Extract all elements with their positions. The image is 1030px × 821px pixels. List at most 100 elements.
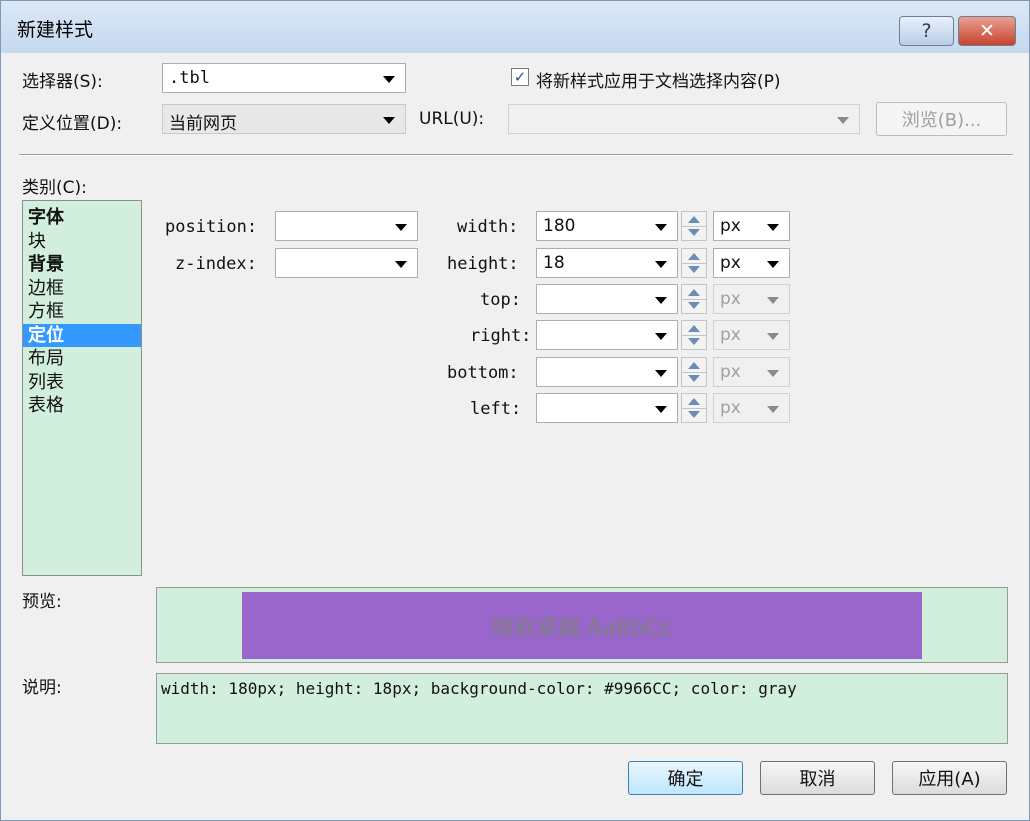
- title-bar[interactable]: 新建样式 ? ✕: [1, 1, 1029, 53]
- url-label: URL(U):: [419, 109, 485, 129]
- left-label: left:: [470, 399, 522, 419]
- chevron-down-icon[interactable]: [655, 224, 667, 231]
- height-unit-combobox[interactable]: px: [713, 248, 790, 278]
- left-unit-value: px: [720, 398, 741, 418]
- apply-button[interactable]: 应用(A): [892, 761, 1007, 795]
- chevron-down-icon[interactable]: [383, 76, 395, 83]
- width-spinner[interactable]: [681, 211, 707, 241]
- url-combobox[interactable]: [508, 104, 860, 134]
- chevron-down-icon[interactable]: [655, 261, 667, 268]
- category-item-position[interactable]: 定位: [23, 323, 141, 347]
- chevron-down-icon[interactable]: [837, 117, 849, 124]
- spinner-up-icon[interactable]: [688, 289, 700, 296]
- width-unit-combobox[interactable]: px: [713, 211, 790, 241]
- category-item-list[interactable]: 列表: [23, 371, 141, 395]
- category-label: 类别(C):: [22, 178, 87, 198]
- chevron-down-icon[interactable]: [767, 224, 779, 231]
- category-item-box[interactable]: 方框: [23, 300, 141, 324]
- chevron-down-icon[interactable]: [767, 261, 779, 268]
- chevron-down-icon[interactable]: [395, 224, 407, 231]
- spinner-up-icon[interactable]: [688, 398, 700, 405]
- cancel-button[interactable]: 取消: [760, 761, 875, 795]
- category-item-background[interactable]: 背景: [23, 253, 141, 277]
- position-label: position:: [165, 217, 258, 237]
- position-combobox[interactable]: [275, 211, 418, 241]
- width-unit-value: px: [720, 216, 741, 236]
- bottom-spinner[interactable]: [681, 357, 707, 387]
- define-in-label: 定义位置(D):: [22, 114, 123, 134]
- close-icon: ✕: [979, 20, 995, 42]
- height-value: 18: [543, 253, 565, 273]
- category-item-font[interactable]: 字体: [23, 206, 141, 230]
- bottom-unit-value: px: [720, 362, 741, 382]
- spinner-down-icon[interactable]: [688, 266, 700, 273]
- chevron-down-icon[interactable]: [655, 297, 667, 304]
- separator: [19, 154, 1013, 156]
- selector-label: 选择器(S):: [22, 72, 103, 92]
- preview-sample-text: 微软卓越 AaBbCc: [491, 615, 673, 641]
- left-combobox[interactable]: [536, 393, 678, 423]
- left-spinner[interactable]: [681, 393, 707, 423]
- spinner-up-icon[interactable]: [688, 216, 700, 223]
- chevron-down-icon[interactable]: [767, 297, 779, 304]
- chevron-down-icon[interactable]: [655, 406, 667, 413]
- help-button[interactable]: ?: [899, 16, 954, 46]
- spinner-down-icon[interactable]: [688, 229, 700, 236]
- top-spinner[interactable]: [681, 284, 707, 314]
- bottom-unit-combobox[interactable]: px: [713, 357, 790, 387]
- top-unit-value: px: [720, 289, 741, 309]
- chevron-down-icon[interactable]: [767, 406, 779, 413]
- height-combobox[interactable]: 18: [536, 248, 678, 278]
- chevron-down-icon[interactable]: [767, 370, 779, 377]
- right-combobox[interactable]: [536, 320, 678, 350]
- category-item-border[interactable]: 边框: [23, 277, 141, 301]
- chevron-down-icon[interactable]: [655, 370, 667, 377]
- right-spinner[interactable]: [681, 320, 707, 350]
- ok-button[interactable]: 确定: [628, 761, 743, 795]
- apply-to-selection-label[interactable]: 将新样式应用于文档选择内容(P): [536, 67, 781, 92]
- checkmark-icon: ✓: [513, 68, 527, 86]
- category-item-table[interactable]: 表格: [23, 394, 141, 418]
- description-text: width: 180px; height: 18px; background-c…: [161, 679, 797, 698]
- bottom-label: bottom:: [447, 363, 519, 383]
- height-spinner[interactable]: [681, 248, 707, 278]
- right-unit-combobox[interactable]: px: [713, 320, 790, 350]
- height-label: height:: [447, 254, 519, 274]
- description-label: 说明:: [22, 678, 62, 698]
- spinner-up-icon[interactable]: [688, 362, 700, 369]
- spinner-up-icon[interactable]: [688, 325, 700, 332]
- chevron-down-icon[interactable]: [383, 117, 395, 124]
- description-area: width: 180px; height: 18px; background-c…: [156, 673, 1008, 744]
- width-combobox[interactable]: 180: [536, 211, 678, 241]
- bottom-combobox[interactable]: [536, 357, 678, 387]
- define-in-combobox[interactable]: 当前网页: [162, 104, 406, 134]
- apply-to-selection-checkbox[interactable]: ✓: [511, 68, 529, 86]
- chevron-down-icon[interactable]: [655, 333, 667, 340]
- spinner-down-icon[interactable]: [688, 338, 700, 345]
- top-label: top:: [480, 290, 521, 310]
- preview-area: 微软卓越 AaBbCc: [156, 587, 1008, 663]
- help-icon: ?: [921, 20, 932, 42]
- category-item-block[interactable]: 块: [23, 230, 141, 254]
- width-label: width:: [457, 217, 519, 237]
- top-combobox[interactable]: [536, 284, 678, 314]
- spinner-up-icon[interactable]: [688, 253, 700, 260]
- spinner-down-icon[interactable]: [688, 375, 700, 382]
- close-button[interactable]: ✕: [958, 16, 1016, 46]
- z-index-combobox[interactable]: [275, 248, 418, 278]
- chevron-down-icon[interactable]: [395, 261, 407, 268]
- selector-value: .tbl: [169, 68, 210, 88]
- preview-sample: 微软卓越 AaBbCc: [242, 592, 922, 659]
- category-item-layout[interactable]: 布局: [23, 347, 141, 371]
- selector-combobox[interactable]: .tbl: [162, 63, 406, 93]
- left-unit-combobox[interactable]: px: [713, 393, 790, 423]
- spinner-down-icon[interactable]: [688, 302, 700, 309]
- category-list[interactable]: 字体 块 背景 边框 方框 定位 布局 列表 表格: [22, 200, 142, 576]
- spinner-down-icon[interactable]: [688, 411, 700, 418]
- z-index-label: z-index:: [175, 254, 257, 274]
- dialog-body: 选择器(S): .tbl ✓ 将新样式应用于文档选择内容(P) 定义位置(D):…: [8, 53, 1022, 813]
- browse-button[interactable]: 浏览(B)...: [876, 102, 1007, 136]
- new-style-dialog: 新建样式 ? ✕ 选择器(S): .tbl ✓ 将新样式应用于文档选择内容(P)…: [0, 0, 1030, 821]
- chevron-down-icon[interactable]: [767, 333, 779, 340]
- top-unit-combobox[interactable]: px: [713, 284, 790, 314]
